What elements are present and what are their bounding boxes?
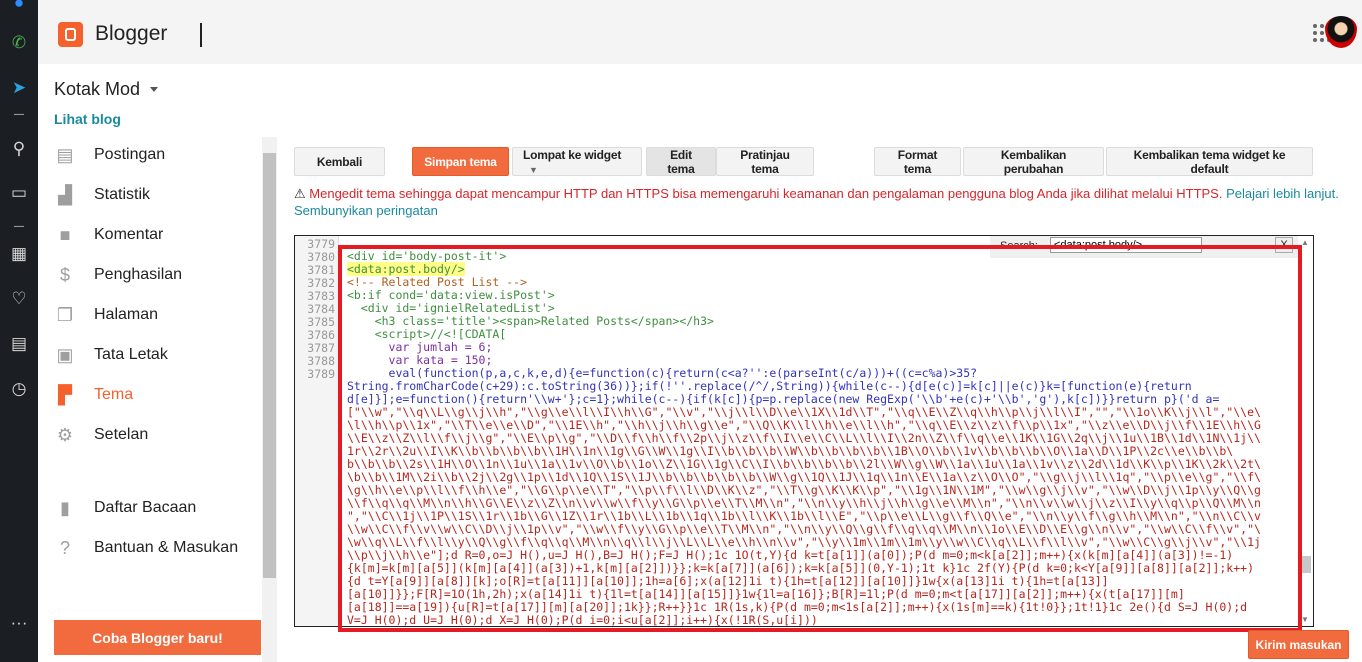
- search-icon[interactable]: ⚲: [8, 138, 30, 160]
- line-number: 3788: [307, 354, 335, 368]
- sidebar-item-label: Bantuan & Masukan: [94, 539, 239, 556]
- search-match: <data:post.body/>: [347, 262, 465, 276]
- sidebar-item-halaman[interactable]: ❐ Halaman: [54, 303, 158, 327]
- close-search-button[interactable]: X: [1275, 237, 1293, 253]
- try-new-blogger-button[interactable]: Coba Blogger baru!: [54, 620, 261, 655]
- blog-selector[interactable]: Kotak Mod: [54, 79, 140, 100]
- search-label: Search:: [1000, 240, 1038, 252]
- wallet-icon[interactable]: ▭: [8, 182, 30, 204]
- comment-icon: ■: [59, 225, 71, 245]
- line-number: 3783: [307, 289, 335, 303]
- sidebar-item-tema[interactable]: ▛ Tema: [54, 383, 133, 407]
- jump-label: Lompat ke widget: [523, 148, 622, 162]
- sidebar-item-label: Halaman: [94, 306, 159, 323]
- line-number: 3787: [307, 341, 335, 355]
- view-blog-link[interactable]: Lihat blog: [54, 111, 121, 127]
- sidebar-item-label: Komentar: [94, 226, 164, 243]
- revert-changes-button[interactable]: Kembalikan perubahan: [963, 147, 1104, 176]
- reset-widgets-button[interactable]: Kembalikan tema widget ke default: [1106, 147, 1313, 176]
- stats-icon: ▟: [58, 185, 72, 205]
- sidebar-item-label: Tema: [94, 386, 134, 403]
- send-feedback-button[interactable]: Kirim masukan: [1248, 630, 1349, 659]
- sidebar-item-label: Postingan: [94, 146, 166, 163]
- sidebar-item-label: Tata Letak: [94, 346, 168, 363]
- warning-text: Mengedit tema sehingga dapat mencampur H…: [309, 186, 1223, 201]
- bookmark-icon: ▮: [60, 498, 70, 518]
- line-number: 3781: [307, 263, 335, 277]
- back-button[interactable]: Kembali: [294, 147, 385, 176]
- gear-icon: ⚙: [56, 425, 74, 445]
- save-theme-button[interactable]: Simpan tema: [412, 147, 509, 176]
- line-number: 3779: [307, 237, 335, 251]
- scroll-up-icon[interactable]: ▲: [1301, 238, 1309, 247]
- news-icon[interactable]: ▤: [8, 333, 30, 355]
- pages-icon: ❐: [56, 305, 74, 325]
- editor-scroll-thumb[interactable]: [1300, 556, 1311, 573]
- sidebar-item-tata-letak[interactable]: ▣ Tata Letak: [54, 343, 168, 367]
- code-editor[interactable]: 3779 3780 3781 3782 3783 3784 3785 3786 …: [294, 235, 1314, 627]
- layout-icon: ▣: [56, 345, 74, 365]
- caret-down-icon: ▼: [529, 165, 538, 175]
- preview-theme-tab[interactable]: Pratinjau tema: [716, 147, 814, 176]
- format-theme-button[interactable]: Format tema: [874, 147, 961, 176]
- sidebar-item-bantuan[interactable]: ? Bantuan & Masukan: [54, 536, 238, 560]
- paint-roller-icon: ▛: [58, 385, 72, 405]
- sidebar-item-daftar-bacaan[interactable]: ▮ Daftar Bacaan: [54, 496, 196, 520]
- sidebar-item-statistik[interactable]: ▟ Statistik: [54, 183, 150, 207]
- learn-more-link[interactable]: Pelajari lebih lanjut.: [1226, 186, 1339, 201]
- blogger-logo-icon[interactable]: [58, 22, 83, 47]
- posts-icon: ▤: [56, 145, 74, 165]
- sidebar-scroll-thumb[interactable]: [263, 153, 276, 578]
- os-app-dock: ● ✆ ➤ — ⚲ ▭ — ▦ ♡ ▤ ◷ ···: [0, 0, 38, 662]
- sidebar-item-label: Daftar Bacaan: [94, 499, 197, 516]
- sidebar-item-label: Setelan: [94, 426, 149, 443]
- sidebar-item-label: Statistik: [94, 186, 151, 203]
- search-bar: Search: X: [990, 236, 1298, 258]
- sidebar-item-komentar[interactable]: ■ Komentar: [54, 223, 164, 247]
- edit-theme-tab[interactable]: Edit tema: [646, 147, 716, 176]
- messenger-icon[interactable]: ●: [8, 0, 30, 14]
- telegram-icon[interactable]: ➤: [8, 77, 30, 99]
- grid-icon[interactable]: ▦: [8, 243, 30, 265]
- line-number: 3786: [307, 328, 335, 342]
- warning-icon: ⚠: [294, 186, 306, 201]
- sidebar-item-label: Penghasilan: [94, 266, 183, 283]
- jump-to-widget-dropdown[interactable]: Lompat ke widget ▼: [512, 147, 642, 176]
- line-number: 3780: [307, 250, 335, 264]
- line-number: 3789: [307, 367, 335, 381]
- https-warning: ⚠ Mengedit tema sehingga dapat mencampur…: [294, 185, 1344, 219]
- line-number: 3782: [307, 276, 335, 290]
- code-line-wrapped: V=J H(0);d U=J H(0);d X=J H(0);P(d i=0;i…: [347, 613, 818, 627]
- separator: —: [14, 109, 24, 120]
- top-header: Blogger: [38, 0, 1362, 64]
- brand-name[interactable]: Blogger: [95, 22, 167, 46]
- line-number: 3785: [307, 315, 335, 329]
- separator: —: [14, 221, 24, 232]
- line-number: 3784: [307, 302, 335, 316]
- search-input[interactable]: [1050, 237, 1202, 253]
- dollar-icon: $: [59, 265, 70, 285]
- more-icon[interactable]: ···: [8, 612, 30, 634]
- sidebar-item-penghasilan[interactable]: $ Penghasilan: [54, 263, 182, 287]
- clock-icon[interactable]: ◷: [8, 378, 30, 400]
- chevron-down-icon[interactable]: [150, 87, 158, 96]
- scroll-down-icon[interactable]: ▼: [1301, 615, 1309, 624]
- heart-icon[interactable]: ♡: [8, 288, 30, 310]
- avatar[interactable]: [1325, 16, 1357, 48]
- help-icon: ?: [59, 538, 70, 558]
- whatsapp-icon[interactable]: ✆: [8, 32, 30, 54]
- hide-warning-link[interactable]: Sembunyikan peringatan: [294, 203, 438, 218]
- editor-scrollbar[interactable]: ▲ ▼: [1298, 236, 1313, 626]
- header-divider: [200, 23, 202, 47]
- sidebar-item-setelan[interactable]: ⚙ Setelan: [54, 423, 148, 447]
- sidebar-item-postingan[interactable]: ▤ Postingan: [54, 143, 165, 167]
